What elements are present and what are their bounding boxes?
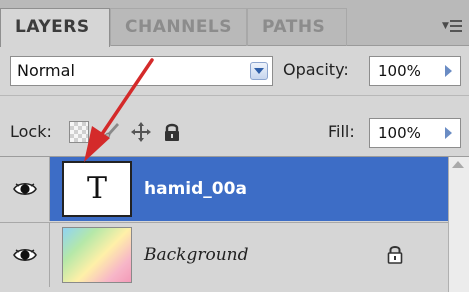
divider (0, 95, 469, 96)
tab-layers[interactable]: LAYERS (0, 8, 110, 47)
visibility-toggle[interactable] (0, 223, 50, 287)
layer-row-background[interactable]: Background (0, 222, 448, 287)
brush-icon[interactable] (101, 121, 121, 143)
text-layer-glyph: T (86, 171, 107, 206)
tab-strip: CHANNELS PATHS LAYERS ▼ (0, 0, 469, 47)
panel-menu-arrow-icon: ▼ (442, 21, 449, 31)
scroll-up-icon[interactable] (452, 161, 464, 168)
layer-thumbnail[interactable] (62, 227, 132, 283)
layers-panel: CHANNELS PATHS LAYERS ▼ Normal Opacity: … (0, 0, 469, 292)
padlock-icon (387, 246, 403, 264)
fill-label: Fill: (328, 122, 355, 141)
fill-field[interactable]: 100% (369, 118, 461, 148)
layer-row-text[interactable]: T hamid_00a (0, 157, 448, 221)
opacity-label: Opacity: (283, 60, 349, 79)
visibility-toggle[interactable] (0, 157, 50, 221)
panel-menu-icon[interactable]: ▼ (442, 18, 462, 34)
eye-icon (13, 248, 37, 262)
fill-value: 100% (378, 124, 421, 142)
opacity-value: 100% (378, 62, 421, 80)
move-icon[interactable] (130, 121, 151, 143)
layer-name[interactable]: Background (144, 243, 248, 267)
opacity-field[interactable]: 100% (369, 56, 461, 86)
layer-name[interactable]: hamid_00a (144, 177, 247, 201)
tab-channels[interactable]: CHANNELS (110, 8, 247, 46)
tab-paths[interactable]: PATHS (247, 8, 347, 46)
blend-mode-value: Normal (17, 61, 75, 80)
eye-icon (13, 182, 37, 196)
scrollbar[interactable] (448, 157, 469, 292)
blend-mode-select[interactable]: Normal (10, 56, 273, 86)
chevron-down-icon[interactable] (250, 62, 268, 80)
fill-slider-arrow-icon[interactable] (445, 127, 452, 139)
opacity-slider-arrow-icon[interactable] (445, 65, 452, 77)
layer-thumbnail[interactable]: T (62, 161, 132, 217)
lock-transparent-icon[interactable] (69, 121, 89, 143)
panel-menu-lines-icon (450, 20, 462, 32)
lock-label: Lock: (10, 122, 52, 141)
padlock-icon[interactable] (163, 121, 183, 143)
